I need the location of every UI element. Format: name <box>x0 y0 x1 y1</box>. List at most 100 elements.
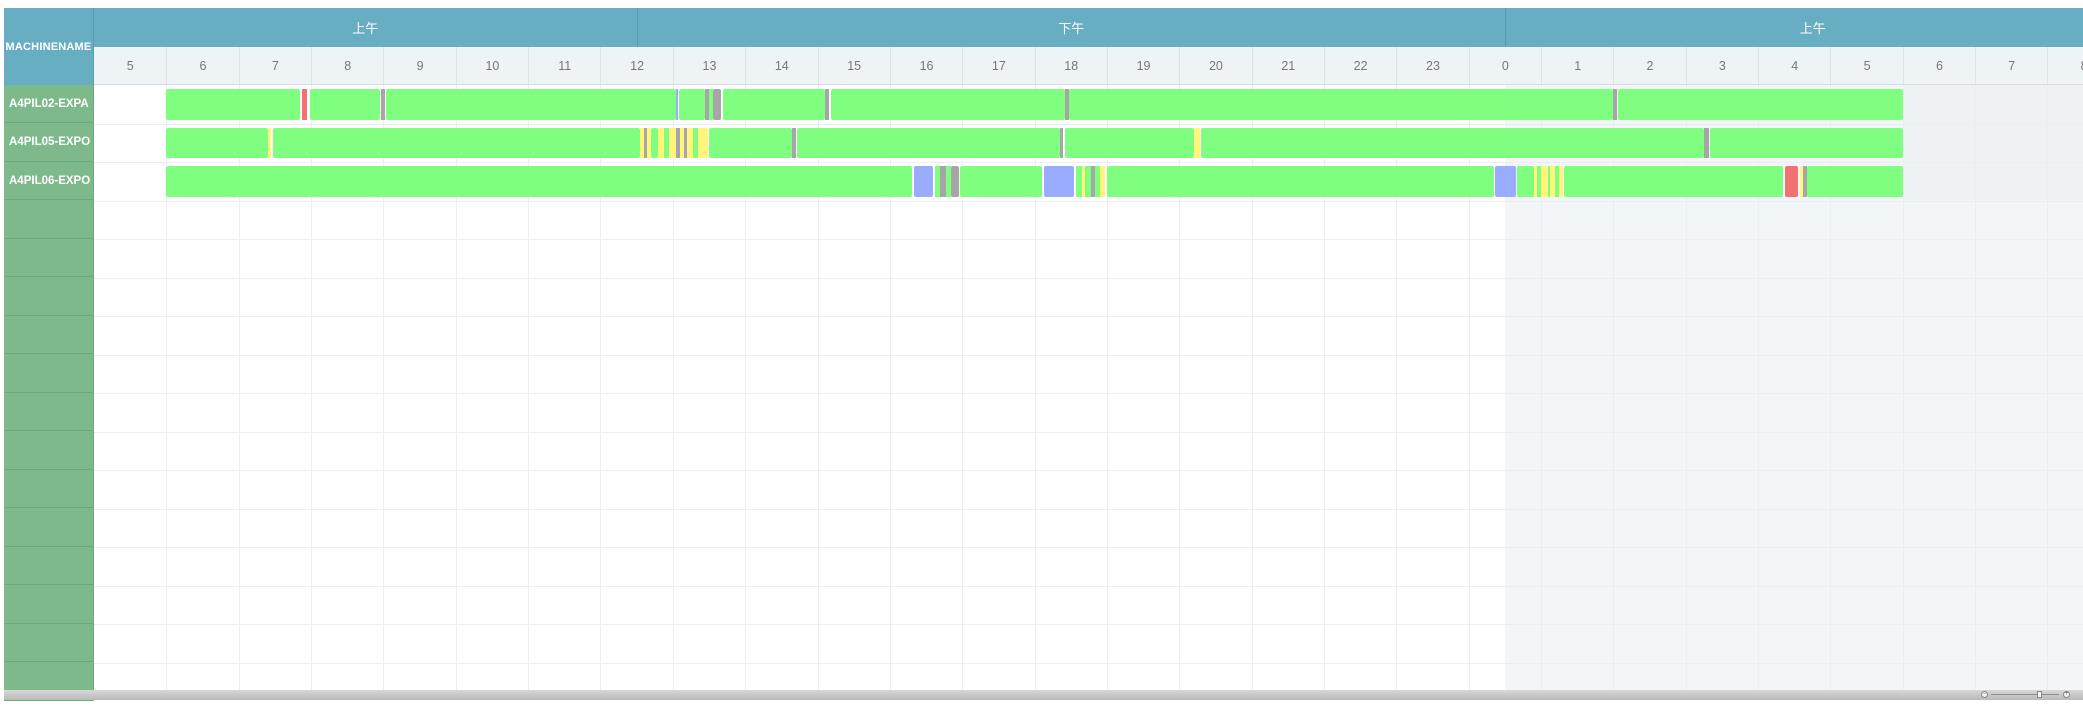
hour-label: 5 <box>126 58 134 73</box>
hour-label: 20 <box>1179 47 1251 84</box>
status-segment-green[interactable] <box>1069 89 1614 120</box>
hour-label: 8 <box>311 47 383 84</box>
status-segment-green[interactable] <box>651 127 659 158</box>
zoom-track[interactable] <box>1991 694 2059 695</box>
machine-name: A4PIL02-EXPA <box>4 85 94 123</box>
hour-label: 19 <box>1106 47 1179 84</box>
status-segment-green[interactable] <box>1517 166 1534 197</box>
status-segment-green[interactable] <box>1064 127 1194 158</box>
status-segment-green[interactable] <box>1200 127 1704 158</box>
status-segment-yellow[interactable] <box>680 127 684 158</box>
row-line <box>94 354 2083 356</box>
row-line <box>94 431 2083 433</box>
status-segment-green[interactable] <box>708 127 793 158</box>
empty-row <box>4 278 94 316</box>
zoom-control[interactable]: − + <box>1981 691 2071 699</box>
row-line <box>94 123 2083 125</box>
machine-name: A4PIL05-EXPO <box>4 124 94 162</box>
status-segment-green[interactable] <box>1564 166 1784 197</box>
status-segment-blue[interactable] <box>1495 166 1516 197</box>
status-segment-yellow[interactable] <box>1099 166 1105 197</box>
row-line <box>94 624 2083 625</box>
hour-label: 0 <box>1468 47 1541 84</box>
status-segment-gray[interactable] <box>1059 127 1064 158</box>
empty-row <box>4 470 94 508</box>
status-segment-red[interactable] <box>1784 166 1798 197</box>
zoom-out-icon[interactable]: − <box>1981 691 1988 698</box>
row-line <box>94 508 2083 510</box>
status-segment-green[interactable] <box>166 127 268 158</box>
status-segment-red[interactable] <box>301 89 308 120</box>
status-segment-yellow[interactable] <box>1193 127 1200 158</box>
status-segment-gray[interactable] <box>1703 127 1709 158</box>
zoom-in-icon[interactable]: + <box>2063 691 2070 698</box>
row-line <box>94 239 2083 240</box>
hour-label: 5 <box>1830 47 1902 84</box>
period-header: 上午 下午 上午 <box>94 8 2083 47</box>
row-line <box>94 662 2083 664</box>
zoom-slider-handle[interactable] <box>2036 691 2042 698</box>
period-label: 下午 <box>636 8 1505 47</box>
status-segment-yellow[interactable] <box>1541 166 1549 197</box>
hour-label: 16 <box>889 47 962 84</box>
status-segment-green[interactable] <box>830 89 1065 120</box>
status-segment-gray[interactable] <box>824 89 830 120</box>
empty-row <box>4 239 94 277</box>
status-segment-gray[interactable] <box>1613 89 1617 120</box>
hour-label: 9 <box>383 47 455 84</box>
status-segment-green[interactable] <box>272 127 641 158</box>
hour-label: 6 <box>1902 47 1975 84</box>
hour-header: 5 6 7 8 9 10 11 12 13 14 15 16 17 18 19 20 21 22 23 0 1 2 3 4 5 6… <box>94 47 2083 85</box>
status-segment-gray[interactable] <box>381 89 385 120</box>
hour-label: 12 <box>600 47 672 84</box>
status-segment-green[interactable] <box>166 89 301 120</box>
empty-row <box>4 547 94 585</box>
status-segment-green[interactable] <box>1807 166 1903 197</box>
status-segment-blue[interactable] <box>913 166 934 197</box>
status-segment-green[interactable] <box>1618 89 1903 120</box>
status-segment-green[interactable] <box>723 89 825 120</box>
status-segment-gray[interactable] <box>940 166 946 197</box>
row-line <box>94 470 2083 471</box>
status-segment-gray[interactable] <box>951 166 959 197</box>
status-segment-gray[interactable] <box>1802 166 1807 197</box>
hour-label: 23 <box>1396 47 1468 84</box>
status-segment-green[interactable] <box>386 89 677 120</box>
period-label: 上午 <box>1504 8 2083 47</box>
status-segment-blue[interactable] <box>1043 166 1075 197</box>
status-segment-green[interactable] <box>797 127 1060 158</box>
hour-label: 8 <box>2047 47 2083 84</box>
timeline-grid[interactable] <box>94 85 2083 690</box>
horizontal-scrollbar[interactable]: − + <box>4 690 2083 700</box>
status-segment-gray[interactable] <box>712 89 722 120</box>
hour-label: 1 <box>1541 47 1613 84</box>
status-segment-green[interactable] <box>166 166 912 197</box>
status-segment-green[interactable] <box>678 89 706 120</box>
status-segment-gray[interactable] <box>792 127 796 158</box>
status-segment-green[interactable] <box>309 89 380 120</box>
grid-line <box>2047 85 2049 690</box>
status-segment-gray[interactable] <box>1064 89 1069 120</box>
empty-row <box>4 355 94 393</box>
row-line <box>94 585 2083 587</box>
status-segment-green[interactable] <box>1106 166 1494 197</box>
period-label: 上午 <box>352 21 379 36</box>
status-segment-yellow[interactable] <box>698 127 708 158</box>
status-segment-yellow[interactable] <box>267 127 272 158</box>
empty-row <box>4 201 94 239</box>
machine-list: A4PIL02-EXPA A4PIL05-EXPO A4PIL06-EXPO <box>4 85 94 701</box>
row-line <box>94 277 2083 279</box>
status-segment-yellow[interactable] <box>669 127 677 158</box>
out-of-range-shading <box>1902 85 2083 200</box>
status-segment-green[interactable] <box>960 166 1042 197</box>
row-line <box>94 200 2083 202</box>
machine-name-header: MACHINENAME <box>4 8 94 85</box>
empty-row <box>4 624 94 662</box>
hour-label: 2 <box>1613 47 1685 84</box>
row-line <box>94 547 2083 548</box>
status-segment-green[interactable] <box>1710 127 1903 158</box>
row-line <box>94 393 2083 394</box>
status-segment-yellow[interactable] <box>1559 166 1563 197</box>
hour-label: 13 <box>672 47 745 84</box>
row-line <box>94 316 2083 317</box>
